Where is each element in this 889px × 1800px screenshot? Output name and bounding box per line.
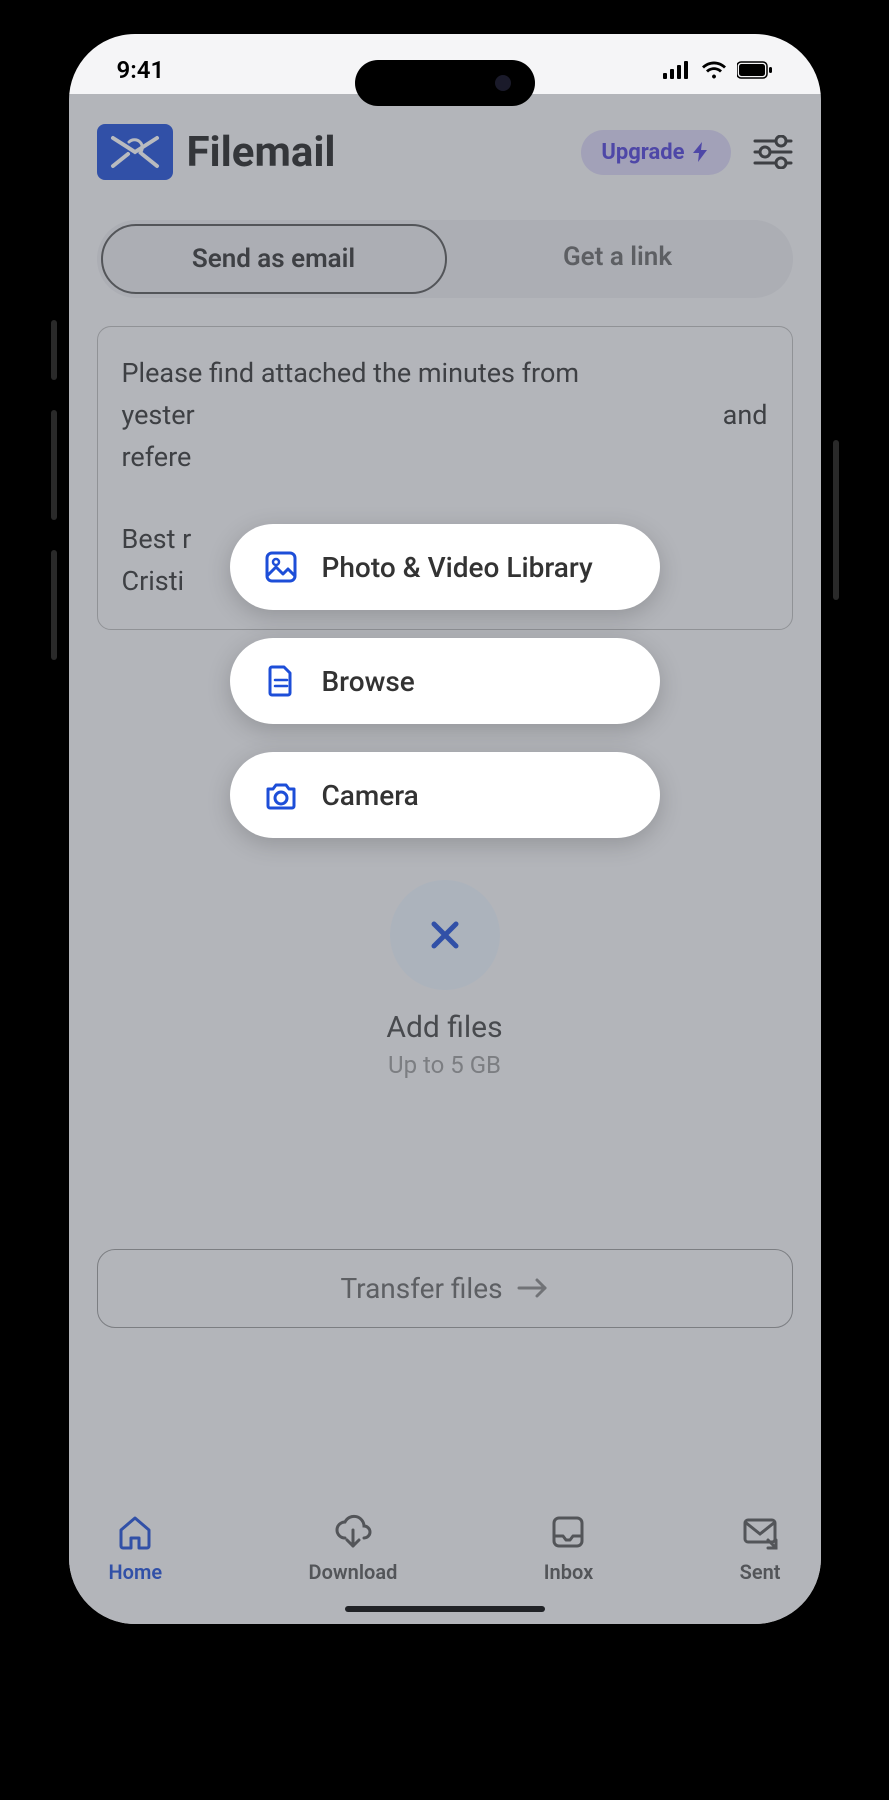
home-icon xyxy=(115,1512,155,1552)
tab-label: Sent xyxy=(740,1560,781,1584)
transfer-label: Transfer files xyxy=(340,1272,502,1305)
add-files-title: Add files xyxy=(97,1010,793,1045)
message-line: yesterand xyxy=(122,395,768,437)
message-line: Please find attached the minutes from xyxy=(122,353,768,395)
battery-icon xyxy=(737,61,773,79)
tab-label: Get a link xyxy=(563,242,672,272)
file-icon xyxy=(264,664,298,698)
transfer-files-button[interactable]: Transfer files xyxy=(97,1249,793,1328)
settings-button[interactable] xyxy=(753,135,793,169)
lightning-icon xyxy=(691,142,711,162)
tab-label: Send as email xyxy=(192,244,355,274)
close-add-menu-button[interactable] xyxy=(390,880,500,990)
brand-name: Filemail xyxy=(187,128,336,177)
tab-label: Home xyxy=(109,1560,163,1584)
dynamic-island xyxy=(355,60,535,106)
upgrade-button[interactable]: Upgrade xyxy=(581,130,730,175)
side-button xyxy=(51,320,57,380)
header-actions: Upgrade xyxy=(581,130,792,175)
app-content: Filemail Upgrade Send as email Get a lin… xyxy=(69,94,821,1624)
arrow-right-icon xyxy=(517,1278,549,1298)
dim-overlay xyxy=(69,94,821,1624)
wifi-icon xyxy=(701,61,727,79)
add-file-menu: Photo & Video Library Browse Camera xyxy=(230,524,660,838)
menu-photo-video[interactable]: Photo & Video Library xyxy=(230,524,660,610)
photo-icon xyxy=(264,550,298,584)
menu-label: Browse xyxy=(322,665,415,698)
sliders-icon xyxy=(753,135,793,169)
message-blank-line xyxy=(122,479,768,520)
sent-icon xyxy=(740,1512,780,1552)
camera-icon xyxy=(264,778,298,812)
screen: 9:41 Filemail xyxy=(69,34,821,1624)
close-icon xyxy=(426,916,464,954)
add-files-sub: Up to 5 GB xyxy=(97,1051,793,1079)
app-header: Filemail Upgrade xyxy=(97,124,793,180)
side-button xyxy=(51,410,57,520)
send-as-email-tab[interactable]: Send as email xyxy=(101,224,447,294)
tab-label: Inbox xyxy=(544,1560,593,1584)
menu-browse[interactable]: Browse xyxy=(230,638,660,724)
message-line: refere xyxy=(122,437,768,479)
cellular-signal-icon xyxy=(663,61,691,79)
upgrade-label: Upgrade xyxy=(601,140,684,165)
menu-label: Camera xyxy=(322,779,419,812)
tab-sent[interactable]: Sent xyxy=(740,1512,781,1584)
tab-home[interactable]: Home xyxy=(109,1512,163,1584)
tab-inbox[interactable]: Inbox xyxy=(544,1512,593,1584)
brand-logo-icon xyxy=(97,124,173,180)
get-a-link-tab[interactable]: Get a link xyxy=(447,224,789,294)
tab-bar: Home Download Inbox Sent xyxy=(69,1490,821,1624)
brand: Filemail xyxy=(97,124,336,180)
tab-label: Download xyxy=(309,1560,398,1584)
inbox-icon xyxy=(548,1512,588,1552)
menu-label: Photo & Video Library xyxy=(322,551,593,584)
tab-download[interactable]: Download xyxy=(309,1512,398,1584)
phone-frame: 9:41 Filemail xyxy=(55,20,835,1638)
cloud-download-icon xyxy=(333,1512,373,1552)
status-time: 9:41 xyxy=(117,56,165,84)
menu-camera[interactable]: Camera xyxy=(230,752,660,838)
send-mode-toggle: Send as email Get a link xyxy=(97,220,793,298)
side-button xyxy=(833,440,839,600)
status-indicators xyxy=(663,61,773,79)
home-indicator[interactable] xyxy=(345,1606,545,1612)
add-files-area: Add files Up to 5 GB xyxy=(97,880,793,1079)
side-button xyxy=(51,550,57,660)
